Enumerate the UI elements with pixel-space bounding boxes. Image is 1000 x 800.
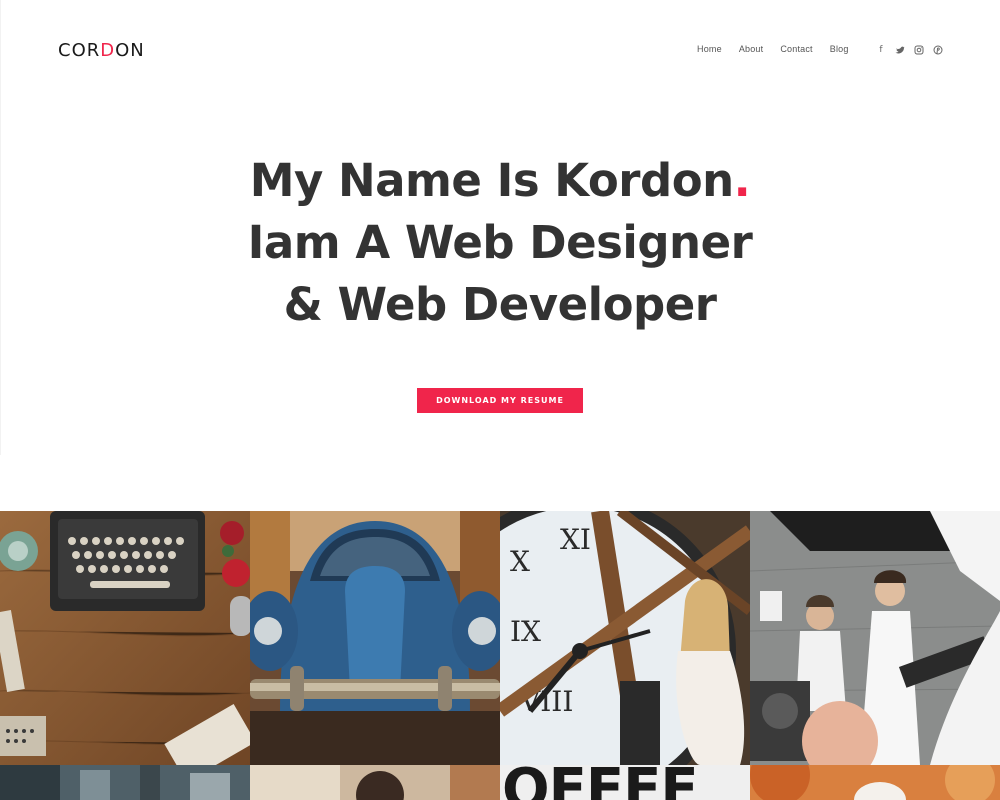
logo-text: CORDON: [58, 39, 145, 61]
facebook-icon[interactable]: f: [876, 44, 886, 56]
gallery-item-car[interactable]: [250, 511, 500, 765]
hero-section: My Name Is Kordon. Iam A Web Designer & …: [0, 150, 1000, 336]
gallery-item-typewriter[interactable]: [0, 511, 250, 765]
svg-text:XI: XI: [560, 523, 591, 556]
main-nav: Home About Contact Blog: [697, 44, 866, 54]
nav-about[interactable]: About: [739, 44, 764, 54]
gallery-item-street[interactable]: [0, 765, 250, 800]
gallery-item-portrait[interactable]: [250, 765, 500, 800]
gallery-item-clock[interactable]: X XI IX VIII: [500, 511, 750, 765]
nav-blog[interactable]: Blog: [830, 44, 849, 54]
download-resume-button[interactable]: DOWNLOAD MY RESUME: [417, 388, 583, 413]
site-logo[interactable]: CORDON: [58, 39, 145, 61]
hero-line-3: & Web Developer: [283, 278, 717, 331]
site-header: CORDON Home About Contact Blog f: [0, 0, 1000, 100]
gallery-item-autumn[interactable]: [750, 765, 1000, 800]
gallery-item-photoshoot[interactable]: [750, 511, 1000, 765]
instagram-icon[interactable]: [914, 44, 924, 56]
hero-line-1: My Name Is Kordon.: [249, 154, 751, 207]
svg-text:X: X: [510, 545, 530, 578]
coffee-sign-text: OFFEE: [502, 765, 699, 800]
twitter-icon[interactable]: [895, 44, 905, 56]
portfolio-gallery: X XI IX VIII OFFEE: [0, 511, 1000, 800]
svg-text:IX: IX: [510, 615, 541, 648]
pinterest-icon[interactable]: [933, 44, 943, 56]
hero-heading: My Name Is Kordon. Iam A Web Designer & …: [0, 150, 1000, 336]
nav-contact[interactable]: Contact: [780, 44, 812, 54]
hero-line-2: Iam A Web Designer: [247, 216, 753, 269]
nav-home[interactable]: Home: [697, 44, 722, 54]
social-links: f: [876, 44, 943, 56]
